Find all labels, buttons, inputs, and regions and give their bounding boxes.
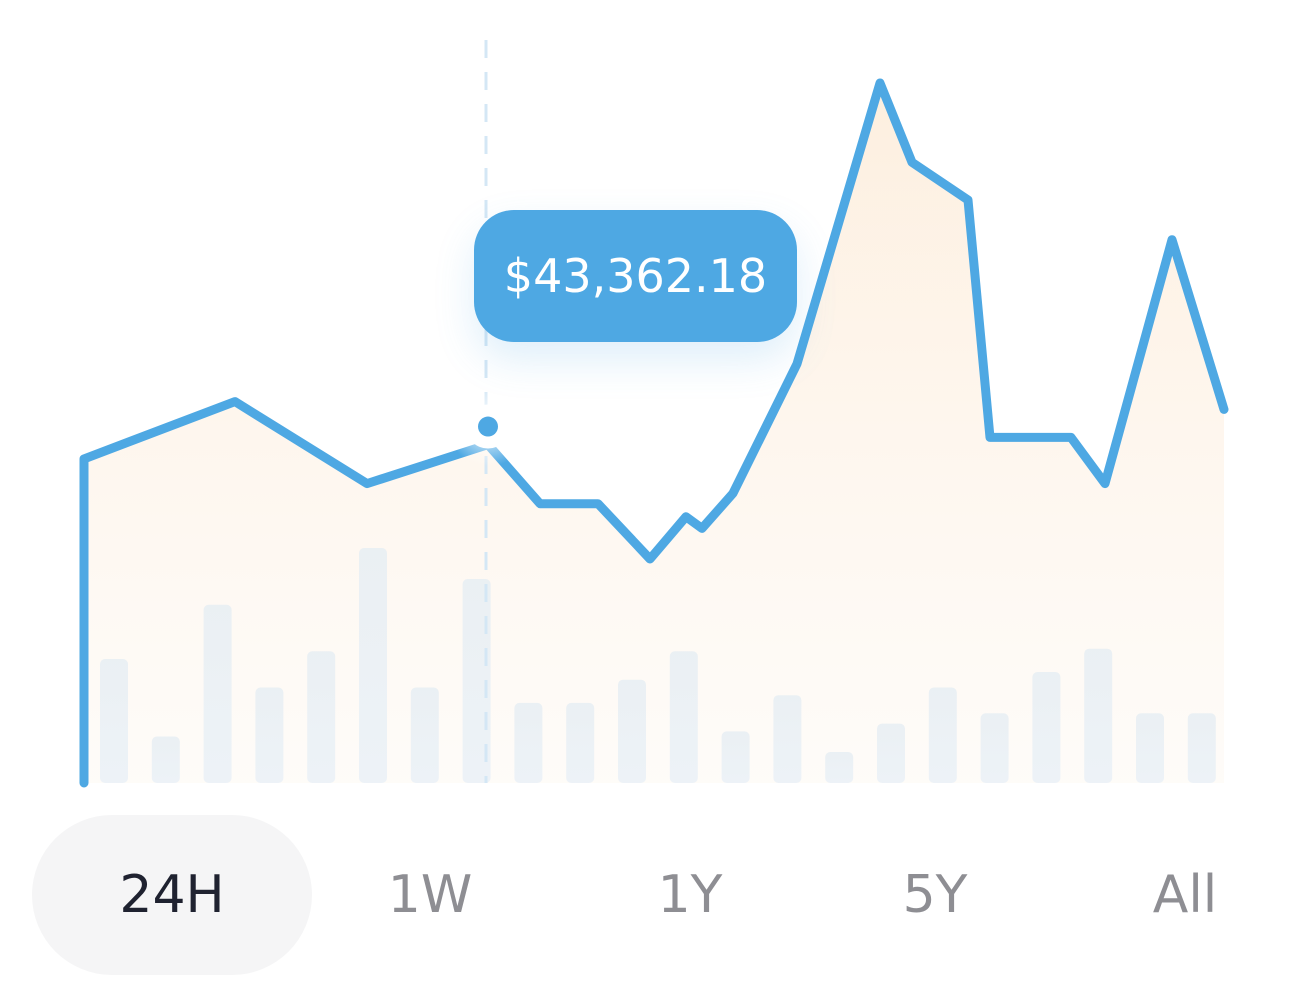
volume-bar (1187, 713, 1216, 783)
tab-all[interactable]: All (1080, 815, 1290, 975)
volume-bar (1136, 713, 1164, 783)
volume-bar (255, 687, 284, 783)
volume-bar (151, 736, 180, 783)
volume-bar (773, 695, 802, 783)
tab-24h[interactable]: 24H (32, 815, 312, 975)
time-range-tabs: 24H 1W 1Y 5Y All (0, 815, 1304, 975)
volume-bar (618, 679, 646, 783)
volume-bar (307, 651, 336, 783)
volume-bar (669, 651, 698, 783)
volume-bar (359, 548, 387, 783)
volume-bar (980, 713, 1009, 783)
volume-bar (203, 604, 232, 783)
tab-1y[interactable]: 1Y (570, 815, 810, 975)
volume-bar (1032, 672, 1061, 783)
volume-bar (566, 702, 595, 783)
volume-bar (877, 723, 905, 783)
volume-bar (100, 659, 128, 783)
volume-bar (928, 687, 957, 783)
volume-bar (1084, 648, 1113, 783)
highlight-point[interactable] (478, 416, 498, 437)
price-chart[interactable] (0, 0, 1304, 800)
volume-bar (410, 687, 439, 783)
volume-bar (514, 702, 543, 783)
volume-bar (825, 752, 854, 783)
tab-1w[interactable]: 1W (310, 815, 550, 975)
price-tooltip: $43,362.18 (474, 210, 797, 342)
tab-5y[interactable]: 5Y (815, 815, 1055, 975)
volume-bar (721, 731, 750, 783)
